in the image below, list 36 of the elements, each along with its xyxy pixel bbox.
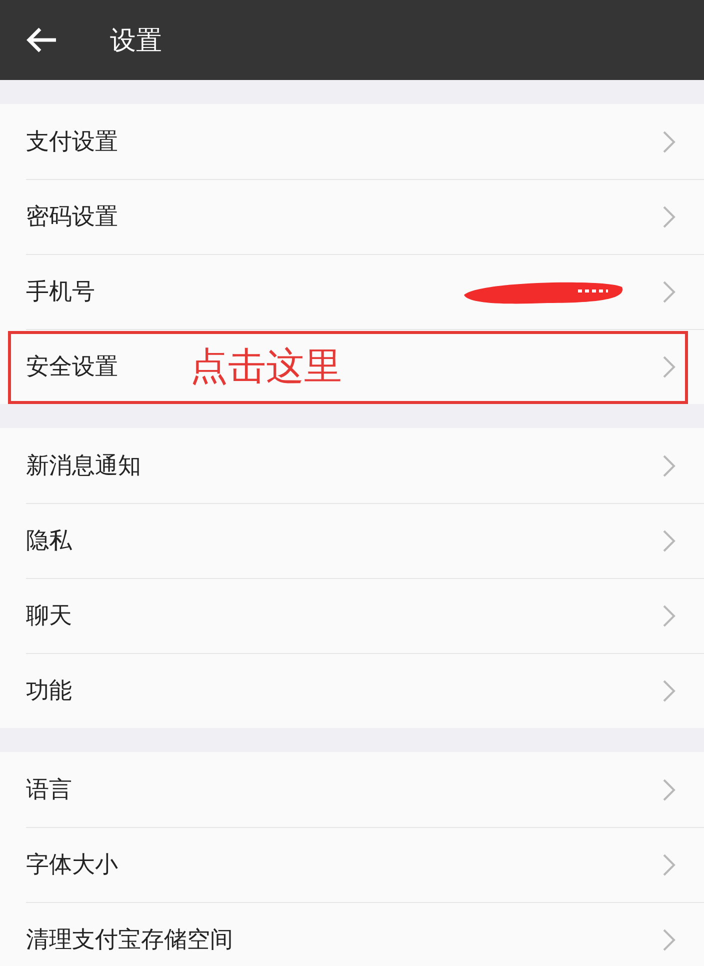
settings-row[interactable]: 字体大小 xyxy=(0,827,704,902)
row-label: 清理支付宝存储空间 xyxy=(26,926,233,955)
row-label: 字体大小 xyxy=(26,851,118,880)
settings-row[interactable]: 密码设置 xyxy=(0,179,704,254)
page-title: 设置 xyxy=(110,24,162,58)
chevron-right-icon xyxy=(662,678,676,702)
settings-row[interactable]: 语言 xyxy=(0,752,704,827)
chevron-right-icon xyxy=(662,354,676,378)
settings-row[interactable]: 功能 xyxy=(0,653,704,728)
row-label: 安全设置 xyxy=(26,353,118,382)
chevron-right-icon xyxy=(662,280,676,304)
settings-row[interactable]: 清理支付宝存储空间 xyxy=(0,902,704,966)
row-label: 密码设置 xyxy=(26,203,118,232)
chevron-right-icon xyxy=(662,604,676,628)
chevron-right-icon xyxy=(662,778,676,802)
chevron-right-icon xyxy=(662,130,676,154)
back-arrow-icon[interactable] xyxy=(26,26,58,54)
settings-row[interactable]: 支付设置 xyxy=(0,104,704,179)
annotation-text: 点击这里 xyxy=(190,343,342,390)
chevron-right-icon xyxy=(662,528,676,552)
chevron-right-icon xyxy=(662,928,676,952)
settings-row[interactable]: 手机号 xyxy=(0,254,704,329)
settings-row[interactable]: 安全设置 点击这里 xyxy=(0,329,704,404)
settings-row[interactable]: 新消息通知 xyxy=(0,428,704,503)
row-label: 语言 xyxy=(26,776,72,805)
row-label: 支付设置 xyxy=(26,128,118,157)
row-label: 隐私 xyxy=(26,527,72,556)
settings-row[interactable]: 聊天 xyxy=(0,578,704,653)
chevron-right-icon xyxy=(662,454,676,478)
settings-row[interactable]: 隐私 xyxy=(0,503,704,578)
row-label: 新消息通知 xyxy=(26,452,141,481)
chevron-right-icon xyxy=(662,852,676,876)
row-label: 聊天 xyxy=(26,602,72,631)
chevron-right-icon xyxy=(662,204,676,228)
row-label: 手机号 xyxy=(26,278,95,307)
row-label: 功能 xyxy=(26,677,72,706)
